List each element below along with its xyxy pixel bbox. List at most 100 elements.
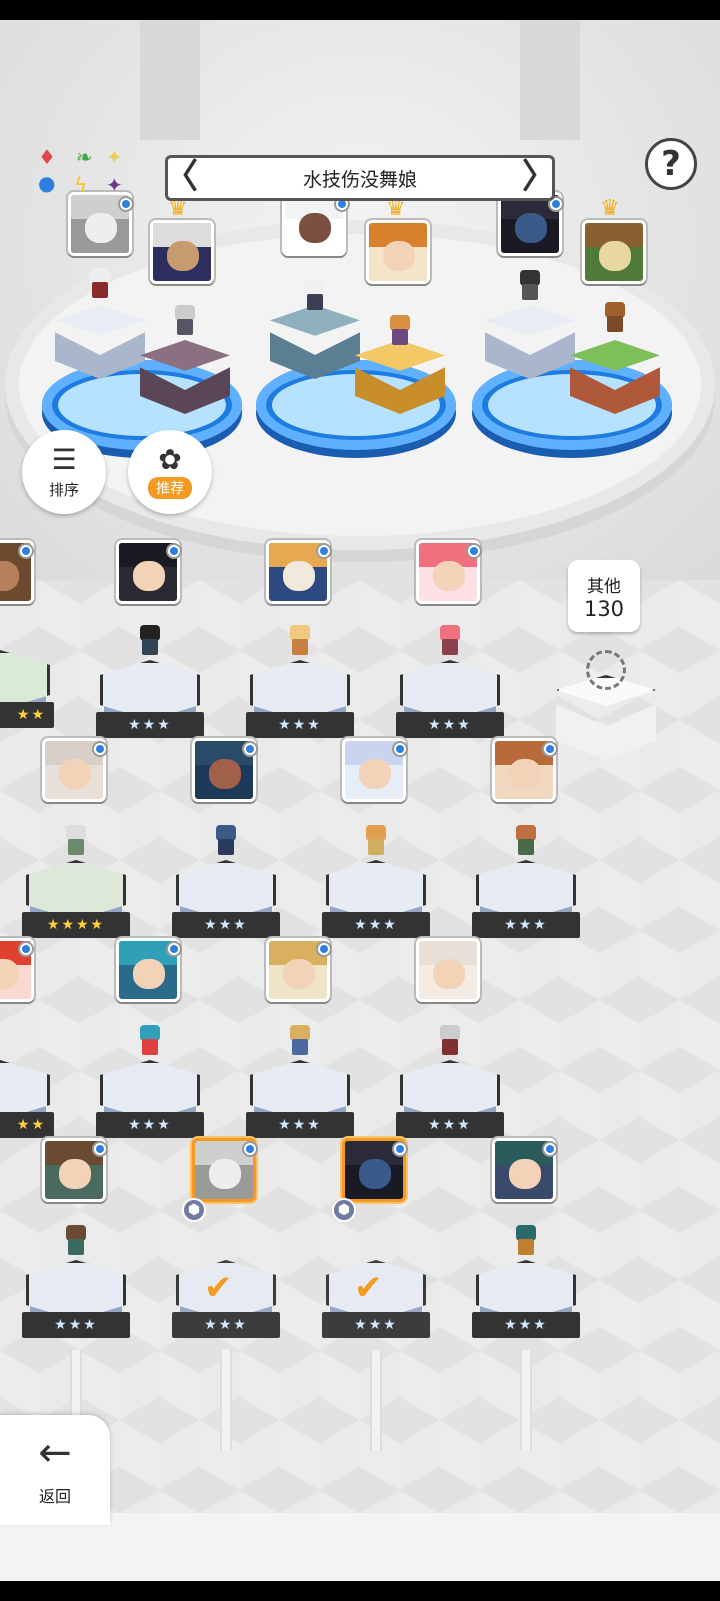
team-character-sprite[interactable] xyxy=(301,280,329,314)
team-platform xyxy=(270,305,360,385)
other-count: 130 xyxy=(583,596,625,621)
leaf-green-icon: ❧ xyxy=(76,145,93,169)
character-stand[interactable]: ★★ xyxy=(0,650,54,740)
character-stand[interactable]: ★★★ xyxy=(472,860,580,950)
water-element-badge xyxy=(242,1141,258,1157)
team-character-sprite[interactable] xyxy=(516,270,544,304)
in-team-icon: ⬢ xyxy=(182,1198,206,1222)
placeholder-character-icon xyxy=(586,650,626,690)
element-cycle-diagram: ♦ ❧ ✦ ● ϟ ✦ xyxy=(34,145,134,205)
star-rating: ★★ xyxy=(0,702,54,728)
character-sprite xyxy=(136,625,164,659)
water-element-badge xyxy=(392,1141,408,1157)
water-element-badge xyxy=(542,1141,558,1157)
star-rating: ★★★ xyxy=(322,912,430,938)
sort-button[interactable]: ☰ 排序 xyxy=(22,430,106,514)
water-element-badge xyxy=(166,543,182,559)
water-element-badge xyxy=(166,941,182,957)
character-sprite xyxy=(286,1025,314,1059)
recommend-label: 推荐 xyxy=(148,477,192,499)
recommend-button[interactable]: ✿ 推荐 xyxy=(128,430,212,514)
star-rating: ★★★ xyxy=(396,1112,504,1138)
water-element-badge xyxy=(92,741,108,757)
character-portrait[interactable] xyxy=(416,938,480,1002)
stand-pillar xyxy=(70,1350,82,1420)
water-element-badge xyxy=(316,543,332,559)
star-rating: ★★★★ xyxy=(22,912,130,938)
team-platform xyxy=(485,305,575,385)
arrow-left-icon: ← xyxy=(38,1430,72,1476)
bolt-yellow-icon: ϟ xyxy=(74,173,88,197)
character-sprite xyxy=(512,1225,540,1259)
diamond-red-icon: ♦ xyxy=(38,145,56,169)
back-button[interactable]: ← 返回 xyxy=(0,1415,110,1525)
water-element-badge xyxy=(316,941,332,957)
star-rating: ★★★ xyxy=(22,1312,130,1338)
character-stand[interactable]: ★★★ xyxy=(396,660,504,750)
prev-formation-arrow[interactable]: 〈 xyxy=(164,158,198,196)
team-character-sprite[interactable] xyxy=(86,268,114,302)
character-stand[interactable]: ★★★ xyxy=(246,1060,354,1150)
team-character-sprite[interactable] xyxy=(601,302,629,336)
character-stand[interactable]: ★★★ xyxy=(472,1260,580,1350)
star-rating: ★★★ xyxy=(396,712,504,738)
character-sprite xyxy=(212,825,240,859)
team-portrait-glasses[interactable] xyxy=(366,220,430,284)
character-stand[interactable]: ★★ xyxy=(0,1060,54,1150)
character-stand[interactable]: ★★★ xyxy=(396,1060,504,1150)
character-sprite xyxy=(286,625,314,659)
team-platform xyxy=(570,340,660,420)
water-element-badge xyxy=(92,1141,108,1157)
character-stand[interactable]: ★★★ xyxy=(172,860,280,950)
team-platform xyxy=(55,305,145,385)
character-sprite xyxy=(136,1025,164,1059)
status-bar xyxy=(0,0,720,20)
formation-title: 水技伤没舞娘 xyxy=(302,168,417,191)
water-element-badge xyxy=(466,543,482,559)
star-rating: ★★★ xyxy=(472,1312,580,1338)
star-rating: ★★★ xyxy=(172,1312,280,1338)
circle-blue-icon: ● xyxy=(38,171,56,195)
crown-icon: ♛ xyxy=(600,196,620,221)
stand-pillar xyxy=(370,1350,382,1450)
star-rating: ★★★ xyxy=(96,712,204,738)
team-portrait-owl[interactable] xyxy=(582,220,646,284)
star-rating: ★★ xyxy=(0,1112,54,1138)
formation-title-bar: 〈 水技伤没舞娘 〉 xyxy=(164,155,556,201)
sort-label: 排序 xyxy=(48,480,79,499)
other-characters-bubble[interactable]: 其他 130 xyxy=(568,560,640,632)
flower-icon: ✿ xyxy=(158,443,182,476)
star-rating: ★★★ xyxy=(172,912,280,938)
help-button[interactable]: ? xyxy=(645,138,697,190)
character-stand[interactable]: ★★★ xyxy=(322,860,430,950)
character-stand[interactable]: ★★★★ xyxy=(22,860,130,950)
arena-pillar xyxy=(520,20,580,140)
team-portrait-elder[interactable] xyxy=(150,220,214,284)
character-stand[interactable]: ★★★ xyxy=(96,660,204,750)
character-stand[interactable]: ★★★ xyxy=(96,1060,204,1150)
team-character-sprite[interactable] xyxy=(386,315,414,349)
stand-pillar xyxy=(220,1350,232,1450)
star-rating: ★★★ xyxy=(246,1112,354,1138)
character-stand[interactable]: ★★★ xyxy=(22,1260,130,1350)
sparkle-yellow-icon: ✦ xyxy=(106,145,123,169)
crown-icon: ♛ xyxy=(168,196,188,221)
team-character-sprite[interactable] xyxy=(171,305,199,339)
in-team-icon: ⬢ xyxy=(332,1198,356,1222)
sparkle-purple-icon: ✦ xyxy=(106,173,123,197)
water-element-badge xyxy=(18,543,34,559)
star-rating: ★★★ xyxy=(96,1112,204,1138)
character-stand[interactable]: ★★★ xyxy=(246,660,354,750)
team-platform xyxy=(355,340,445,420)
water-element-badge xyxy=(542,741,558,757)
character-sprite xyxy=(62,825,90,859)
next-formation-arrow[interactable]: 〉 xyxy=(522,158,556,196)
check-icon: ✔ xyxy=(204,1268,233,1308)
character-sprite xyxy=(62,1225,90,1259)
team-platform xyxy=(140,340,230,420)
water-element-badge xyxy=(18,941,34,957)
crown-icon: ♛ xyxy=(386,196,406,221)
other-characters-stand[interactable] xyxy=(556,650,656,760)
other-label: 其他 xyxy=(587,576,621,597)
star-rating: ★★★ xyxy=(472,912,580,938)
